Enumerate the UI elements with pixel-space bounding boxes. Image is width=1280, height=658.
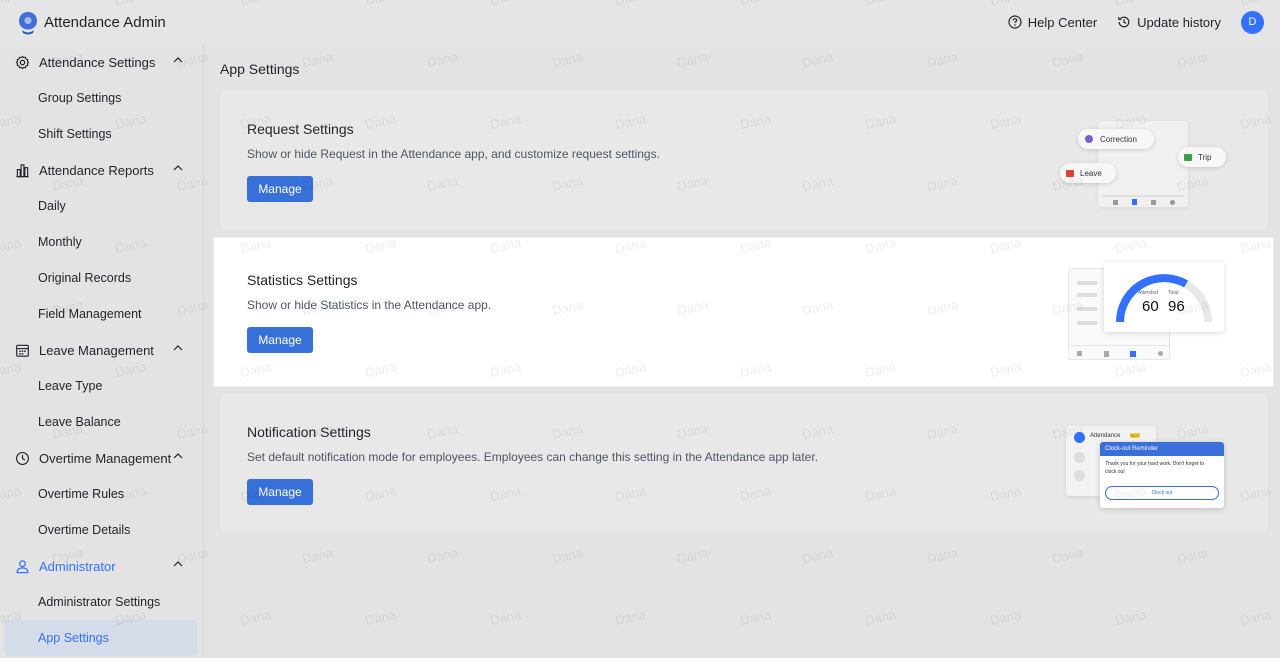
card-title: Statistics Settings: [247, 272, 358, 288]
illus-leave-label: Leave: [1080, 168, 1102, 178]
statistics-settings-card: Statistics Settings Show or hide Statist…: [214, 238, 1273, 386]
user-avatar[interactable]: D: [1241, 10, 1264, 34]
nav-group-label: Attendance Settings: [39, 54, 156, 70]
help-icon: [1008, 15, 1022, 29]
history-icon: [1118, 16, 1130, 28]
bot-badge: BOT: [1130, 433, 1141, 438]
sidebar-item-overtime-details[interactable]: Overtime Details: [4, 512, 197, 548]
app-title: Attendance Admin: [44, 13, 166, 31]
gauge-chart: [1116, 274, 1212, 323]
calendar-icon: [14, 342, 30, 358]
nav-group-label: Leave Management: [39, 342, 154, 358]
nav-group-attendance-settings[interactable]: Attendance Settings: [0, 44, 203, 80]
main-content: App Settings Request Settings Show or hi…: [205, 44, 1280, 658]
nav-group-attendance-reports[interactable]: Attendance Reports: [0, 152, 203, 188]
sidebar-item-daily[interactable]: Daily: [4, 188, 197, 224]
reminder-title: Clock-out Reminder: [1100, 442, 1224, 456]
manage-button[interactable]: Manage: [247, 176, 313, 202]
statistics-illustration: Attended Total 60 96: [1066, 262, 1226, 362]
manage-button[interactable]: Manage: [247, 327, 313, 353]
total-label: Total: [1168, 290, 1179, 296]
help-center-link[interactable]: Help Center: [1008, 15, 1097, 30]
update-history-link[interactable]: Update history: [1117, 15, 1221, 30]
request-settings-card: Request Settings Show or hide Request in…: [220, 91, 1268, 229]
attendance-app-icon: [1074, 432, 1085, 443]
sidebar-item-app-settings[interactable]: App Settings: [4, 620, 197, 656]
bar-chart-icon: [14, 162, 30, 178]
update-history-label: Update history: [1137, 14, 1221, 30]
notification-illustration: Attendance BOT Clock-out Reminder Thank …: [1066, 422, 1232, 514]
card-description: Show or hide Statistics in the Attendanc…: [247, 298, 492, 312]
user-icon: [14, 558, 30, 574]
sidebar-item-leave-type[interactable]: Leave Type: [4, 368, 197, 404]
card-title: Notification Settings: [247, 424, 371, 440]
sidebar-item-group-settings[interactable]: Group Settings: [4, 80, 197, 116]
help-center-label: Help Center: [1027, 14, 1098, 30]
total-value: 96: [1168, 298, 1185, 315]
sidebar-item-leave-balance[interactable]: Leave Balance: [4, 404, 197, 440]
attended-value: 60: [1142, 298, 1159, 315]
card-description: Show or hide Request in the Attendance a…: [247, 147, 660, 161]
manage-button[interactable]: Manage: [247, 479, 313, 505]
tab-bar-icons: [1106, 197, 1182, 207]
chevron-up-icon: [173, 453, 183, 459]
chevron-up-icon: [173, 561, 183, 567]
reminder-text: Thank you for your hard work. Don't forg…: [1105, 461, 1205, 475]
correction-icon: [1085, 135, 1093, 143]
nav-group-label: Overtime Management: [39, 450, 172, 466]
chevron-up-icon: [173, 345, 183, 351]
top-header: Attendance Admin Help Center Update hist…: [0, 0, 1280, 44]
app-logo-icon: [18, 11, 38, 35]
sidebar-item-shift-settings[interactable]: Shift Settings: [4, 116, 197, 152]
leave-icon: [1066, 169, 1074, 177]
sidebar-item-overtime-rules[interactable]: Overtime Rules: [4, 476, 197, 512]
illus-trip-label: Trip: [1198, 152, 1212, 162]
chevron-up-icon: [173, 57, 183, 63]
notification-settings-card: Notification Settings Set default notifi…: [220, 394, 1268, 532]
illus-correction-label: Correction: [1100, 134, 1137, 144]
nav-group-overtime-management[interactable]: Overtime Management: [0, 440, 203, 476]
nav-group-administrator[interactable]: Administrator: [0, 548, 203, 584]
nav-group-leave-management[interactable]: Leave Management: [0, 332, 203, 368]
nav-group-label: Attendance Reports: [39, 162, 154, 178]
request-illustration: Correction Trip Leave: [1058, 121, 1238, 216]
sidebar-item-administrator-settings[interactable]: Administrator Settings: [4, 584, 197, 620]
chevron-up-icon: [173, 165, 183, 171]
clock-icon: [14, 450, 30, 466]
sidebar-item-original-records[interactable]: Original Records: [4, 260, 197, 296]
brand[interactable]: Attendance Admin: [18, 11, 166, 35]
sidebar: Attendance Settings Group Settings Shift…: [0, 44, 204, 658]
illus-app-name: Attendance: [1090, 433, 1121, 439]
gear-icon: [14, 54, 30, 70]
card-title: Request Settings: [247, 121, 354, 137]
page-title: App Settings: [220, 61, 300, 77]
attended-label: Attended: [1138, 290, 1159, 296]
nav-group-label: Administrator: [39, 558, 116, 574]
sidebar-item-monthly[interactable]: Monthly: [4, 224, 197, 260]
clock-out-button: Clock out: [1105, 486, 1219, 500]
card-description: Set default notification mode for employ…: [247, 450, 819, 464]
trip-icon: [1184, 153, 1192, 161]
sidebar-item-field-management[interactable]: Field Management: [4, 296, 197, 332]
